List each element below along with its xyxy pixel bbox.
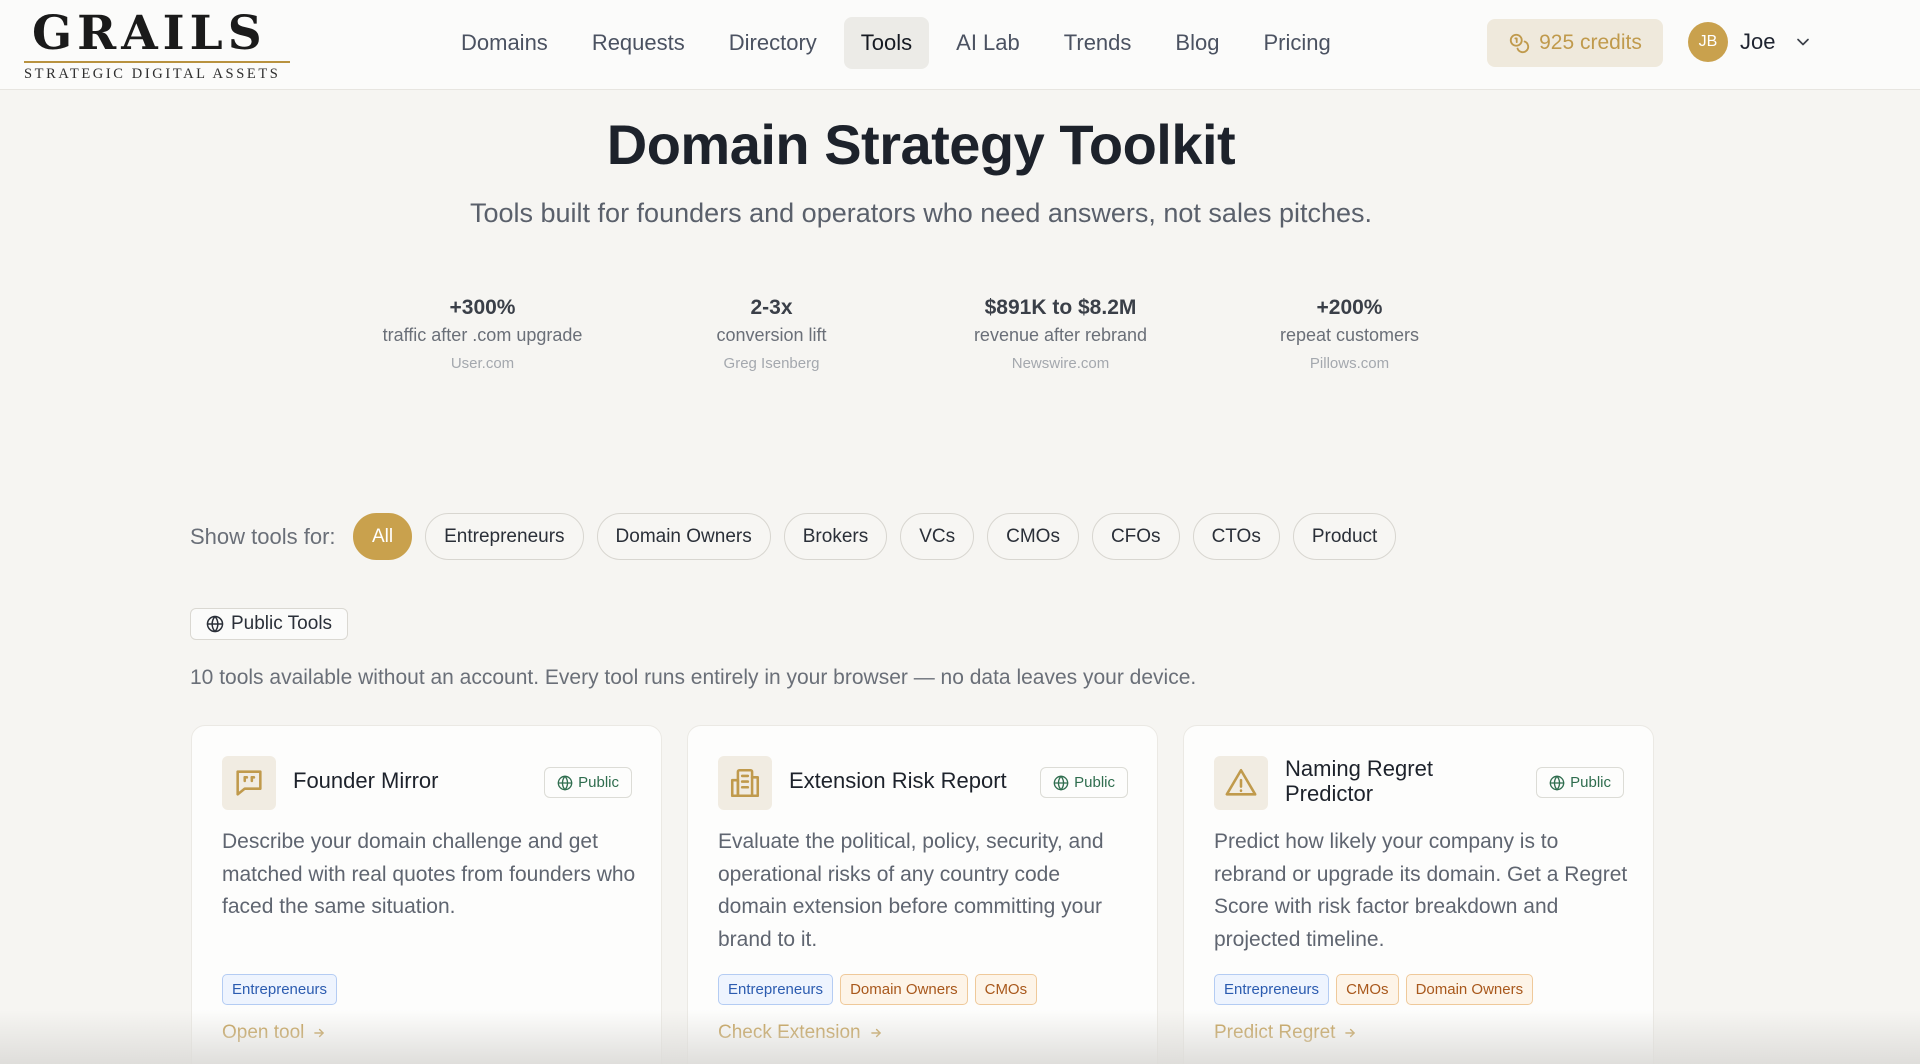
card-title: Founder Mirror [293, 768, 439, 793]
filter-chip-cmos[interactable]: CMOs [987, 513, 1079, 560]
coins-icon [1509, 33, 1530, 54]
main-nav: Domains Requests Directory Tools AI Lab … [444, 17, 1348, 69]
predict-regret-link[interactable]: Predict Regret [1214, 1022, 1357, 1044]
stat-item: +200% repeat customers Pillows.com [1205, 296, 1494, 372]
stat-value: 2-3x [750, 296, 793, 319]
logo-wordmark: GRAILS [32, 6, 267, 61]
stat-item: 2-3x conversion lift Greg Isenberg [627, 296, 916, 372]
stat-value: $891K to $8.2M [984, 296, 1137, 319]
stat-source: Greg Isenberg [723, 355, 820, 372]
section-description: 10 tools available without an account. E… [190, 666, 1197, 689]
building-icon [730, 768, 760, 798]
tag-entrepreneurs: Entrepreneurs [718, 974, 834, 1005]
filter-chip-all[interactable]: All [353, 513, 413, 560]
card-icon-tile [718, 756, 772, 810]
card-tags: Entrepreneurs [222, 974, 338, 1005]
logo-tagline: STRATEGIC DIGITAL ASSETS [24, 66, 281, 82]
nav-pricing[interactable]: Pricing [1246, 17, 1347, 69]
stats-row: +300% traffic after .com upgrade User.co… [338, 296, 1494, 372]
card-title: Extension Risk Report [789, 768, 1007, 793]
nav-requests[interactable]: Requests [575, 17, 702, 69]
tag-cmos: CMOs [1336, 974, 1399, 1005]
avatar: JB [1688, 22, 1728, 62]
chevron-down-icon [1797, 38, 1810, 46]
filter-label: Show tools for: [190, 524, 336, 549]
tag-cmos: CMOs [974, 974, 1038, 1005]
public-badge: Public [1536, 767, 1624, 798]
tool-card-naming-regret-predictor[interactable]: Naming Regret Predictor Public Predict h… [1183, 725, 1654, 1064]
open-tool-link[interactable]: Open tool [222, 1022, 326, 1044]
tool-card-extension-risk-report[interactable]: Extension Risk Report Public Evaluate th… [687, 725, 1158, 1064]
section-badge-label: Public Tools [231, 613, 333, 634]
nav-domains[interactable]: Domains [444, 17, 565, 69]
top-navigation-bar: GRAILS STRATEGIC DIGITAL ASSETS Domains … [0, 0, 1920, 90]
card-link-label: Open tool [222, 1022, 305, 1043]
tag-domain-owners: Domain Owners [840, 974, 968, 1005]
stat-item: $891K to $8.2M revenue after rebrand New… [916, 296, 1205, 372]
nav-blog[interactable]: Blog [1158, 17, 1236, 69]
nav-directory[interactable]: Directory [712, 17, 834, 69]
section-badge-public-tools: Public Tools [190, 608, 349, 640]
stat-label: conversion lift [716, 325, 827, 345]
filter-chip-entrepreneurs[interactable]: Entrepreneurs [425, 513, 584, 560]
grails-logo[interactable]: GRAILS STRATEGIC DIGITAL ASSETS [24, 8, 290, 83]
public-badge-label: Public [578, 774, 619, 791]
public-badge-label: Public [1074, 774, 1115, 791]
filter-chip-product[interactable]: Product [1292, 513, 1397, 560]
nav-tools[interactable]: Tools [843, 17, 930, 69]
page-subtitle: Tools built for founders and operators w… [469, 198, 1373, 228]
arrow-right-icon [870, 1028, 881, 1038]
stat-source: Newswire.com [1011, 355, 1110, 372]
filter-chip-domain-owners[interactable]: Domain Owners [596, 513, 771, 560]
stat-label: repeat customers [1279, 325, 1420, 345]
stat-value: +300% [449, 296, 516, 319]
globe-icon [1053, 774, 1069, 791]
quote-bubble-icon [236, 770, 262, 796]
public-badge-label: Public [1570, 774, 1611, 791]
public-badge: Public [544, 767, 632, 798]
stat-label: revenue after rebrand [973, 325, 1148, 345]
card-link-label: Predict Regret [1214, 1022, 1336, 1043]
card-icon-tile [1214, 756, 1268, 810]
tag-entrepreneurs: Entrepreneurs [1214, 974, 1330, 1005]
card-description: Describe your domain challenge and get m… [222, 830, 636, 918]
tag-domain-owners: Domain Owners [1405, 974, 1534, 1005]
stat-value: +200% [1316, 296, 1383, 319]
card-tags: Entrepreneurs CMOs Domain Owners [1214, 974, 1534, 1005]
filter-chip-brokers[interactable]: Brokers [783, 513, 888, 560]
card-title: Naming Regret Predictor [1285, 756, 1433, 806]
logo-underline [24, 61, 290, 63]
stat-source: User.com [450, 355, 515, 372]
card-description: Evaluate the political, policy, security… [718, 830, 1104, 951]
page-title: Domain Strategy Toolkit [606, 113, 1236, 176]
card-description: Predict how likely your company is to re… [1214, 830, 1628, 951]
credits-label: 925 credits [1539, 31, 1642, 54]
tool-card-founder-mirror[interactable]: Founder Mirror Public Describe your doma… [191, 725, 662, 1064]
stat-label: traffic after .com upgrade [382, 325, 583, 345]
arrow-right-icon [1345, 1028, 1356, 1038]
credits-button[interactable]: 925 credits [1487, 19, 1663, 67]
filter-chip-vcs[interactable]: VCs [900, 513, 975, 560]
audience-filter: All Entrepreneurs Domain Owners Brokers … [353, 513, 1397, 560]
stat-source: Pillows.com [1309, 355, 1390, 372]
user-menu[interactable]: JB Joe [1688, 22, 1813, 62]
check-extension-link[interactable]: Check Extension [718, 1022, 883, 1044]
warning-triangle-icon [1225, 768, 1257, 796]
globe-icon [1549, 774, 1565, 791]
nav-ai-lab[interactable]: AI Lab [939, 17, 1037, 69]
stat-item: +300% traffic after .com upgrade User.co… [338, 296, 627, 372]
nav-trends[interactable]: Trends [1047, 17, 1149, 69]
arrow-right-icon [314, 1028, 325, 1038]
user-name: Joe [1740, 29, 1776, 54]
tag-entrepreneurs: Entrepreneurs [222, 974, 338, 1005]
card-icon-tile [222, 756, 276, 810]
filter-chip-cfos[interactable]: CFOs [1091, 513, 1180, 560]
public-badge: Public [1040, 767, 1128, 798]
card-link-label: Check Extension [718, 1022, 861, 1043]
filter-chip-ctos[interactable]: CTOs [1192, 513, 1280, 560]
globe-icon [206, 615, 224, 633]
globe-icon [557, 774, 573, 791]
card-tags: Entrepreneurs Domain Owners CMOs [718, 974, 1038, 1005]
